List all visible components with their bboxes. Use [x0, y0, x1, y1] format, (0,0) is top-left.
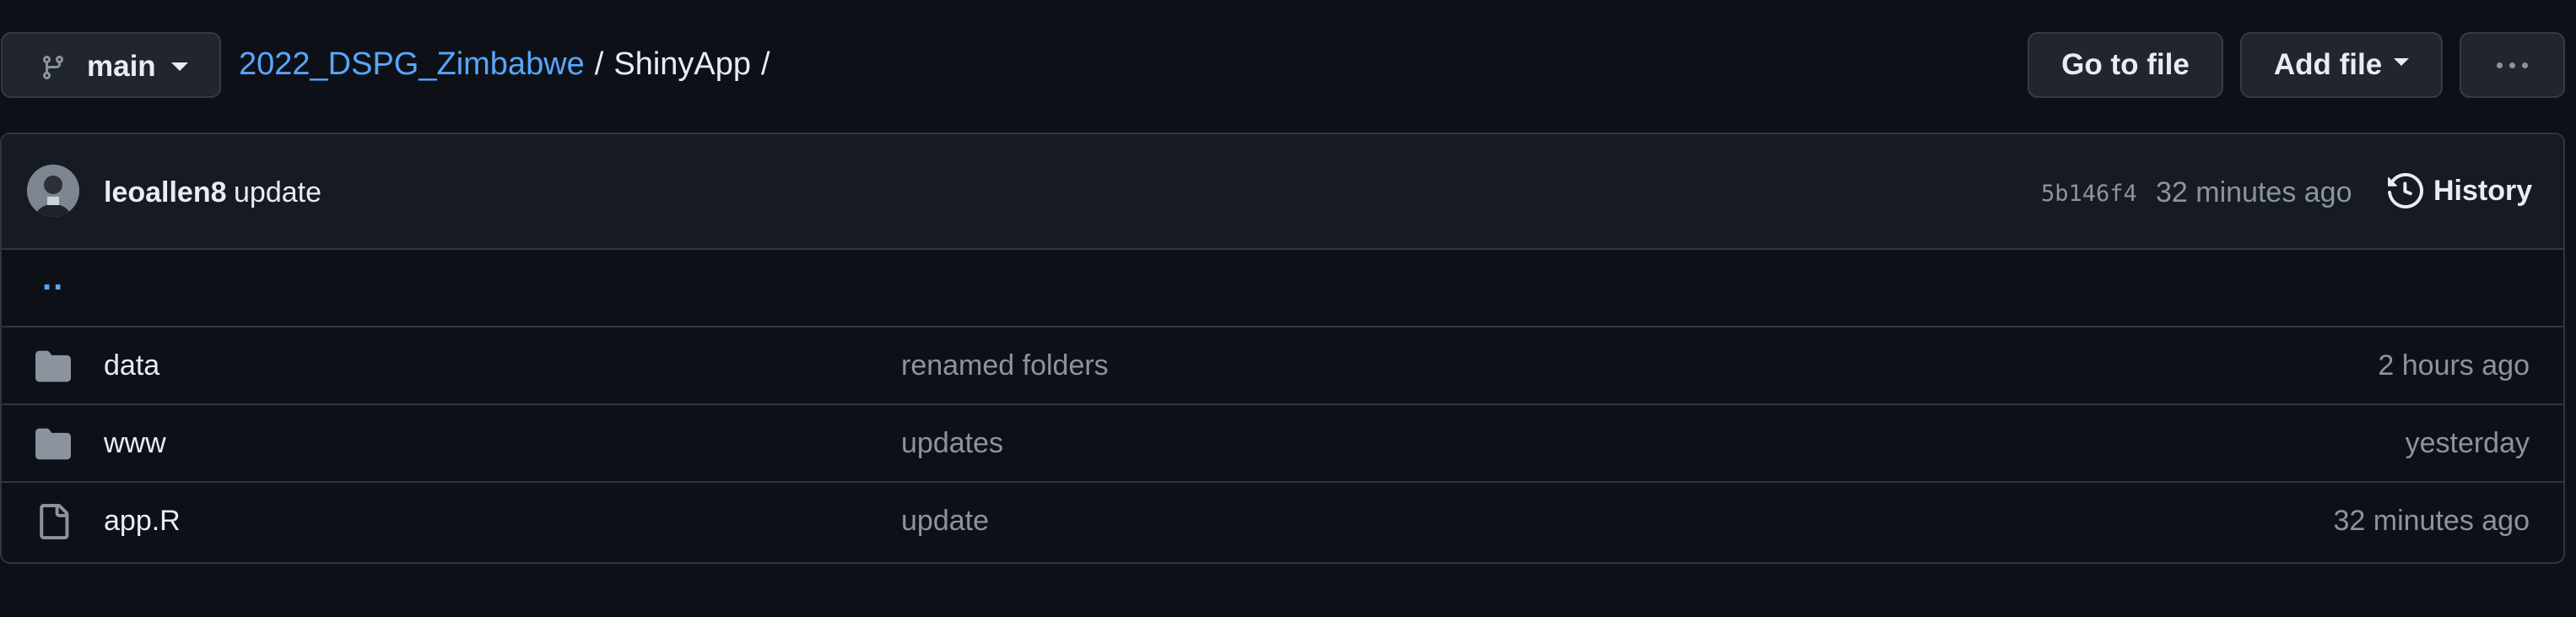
folder-icon [35, 350, 71, 382]
git-branch-icon [42, 56, 63, 80]
triangle-down-icon [2394, 57, 2410, 66]
history-label: History [2433, 174, 2533, 207]
breadcrumb-current-folder: ShinyApp [613, 46, 752, 82]
file-name-link[interactable]: www [104, 427, 166, 460]
branch-name: main [87, 50, 156, 83]
file-commit-time: 32 minutes ago [2333, 505, 2530, 537]
breadcrumb-separator: / [594, 46, 604, 82]
file-commit-time: yesterday [2405, 427, 2530, 459]
file-commit-time: 2 hours ago [2378, 349, 2530, 382]
commit-author-link[interactable]: leoallen8 [104, 176, 227, 209]
table-row: data renamed folders 2 hours ago [2, 327, 2563, 405]
add-file-button[interactable]: Add file [2240, 32, 2443, 98]
go-to-file-label: Go to file [2061, 48, 2190, 81]
breadcrumb-trailing-separator: / [761, 46, 770, 82]
file-name-link[interactable]: data [104, 349, 159, 382]
history-link[interactable]: History [2388, 173, 2532, 208]
table-row: www updates yesterday [2, 405, 2563, 483]
file-commit-message-link[interactable]: renamed folders [901, 349, 1109, 382]
parent-directory-row[interactable]: .. [2, 250, 2563, 327]
breadcrumb: 2022_DSPG_Zimbabwe / ShinyApp / [239, 46, 780, 83]
chevron-down-icon [171, 62, 188, 71]
table-row: app.R update 32 minutes ago [2, 483, 2563, 560]
history-icon [2388, 173, 2423, 208]
folder-icon [35, 428, 71, 460]
parent-directory-link[interactable]: .. [42, 260, 64, 298]
file-name-link[interactable]: app.R [104, 505, 181, 538]
commit-time: 32 minutes ago [2156, 176, 2352, 208]
go-to-file-button[interactable]: Go to file [2028, 32, 2223, 98]
kebab-horizontal-icon [2497, 62, 2528, 68]
add-file-label: Add file [2273, 48, 2383, 81]
file-icon [40, 504, 69, 539]
file-list-box: leoallen8 update 5b146f4 32 minutes ago … [0, 133, 2565, 564]
file-commit-message-link[interactable]: updates [901, 427, 1003, 460]
file-commit-message-link[interactable]: update [901, 505, 989, 538]
avatar-image-icon [27, 165, 79, 217]
latest-commit-row: leoallen8 update 5b146f4 32 minutes ago … [2, 134, 2563, 250]
branch-selector-button[interactable]: main [1, 32, 221, 98]
avatar[interactable] [27, 165, 79, 217]
repo-file-browser: main 2022_DSPG_Zimbabwe / ShinyApp / Go to … [0, 0, 2576, 617]
commit-sha-link[interactable]: 5b146f4 [2041, 181, 2137, 207]
more-options-button[interactable] [2460, 32, 2565, 98]
top-bar: main 2022_DSPG_Zimbabwe / ShinyApp / Go to … [0, 32, 2576, 100]
breadcrumb-repo-link[interactable]: 2022_DSPG_Zimbabwe [239, 46, 585, 82]
commit-message-link[interactable]: update [234, 176, 321, 209]
